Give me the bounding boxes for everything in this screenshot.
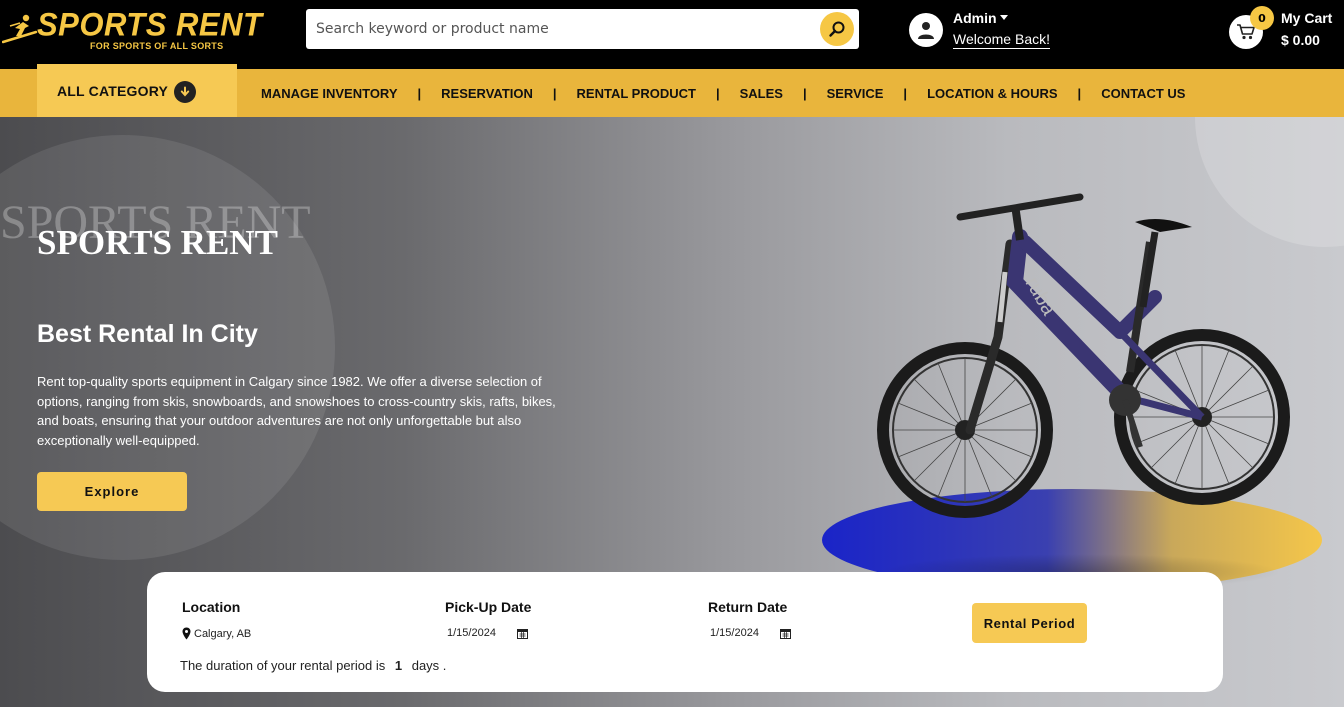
skier-icon: [2, 14, 38, 44]
cart-widget[interactable]: 0 My Cart $ 0.00: [1229, 6, 1339, 58]
duration-value: 1: [394, 658, 403, 673]
map-pin-icon: [182, 627, 191, 640]
bike-image: ruba: [820, 172, 1330, 592]
rental-period-button[interactable]: Rental Period: [972, 603, 1087, 643]
duration-text: The duration of your rental period is 1 …: [180, 658, 446, 673]
location-field[interactable]: Calgary, AB: [182, 627, 251, 640]
all-category-label: ALL CATEGORY: [57, 82, 169, 99]
user-icon: [918, 22, 934, 39]
brand-logo[interactable]: SPORTS RENT FOR SPORTS OF ALL SORTS: [0, 6, 262, 62]
search-icon: [829, 21, 845, 37]
duration-suffix: days .: [411, 658, 447, 673]
nav-contact-us[interactable]: CONTACT US: [1101, 86, 1185, 101]
pickup-date-value: 1/15/2024: [447, 627, 496, 639]
search-bar: [306, 9, 859, 49]
brand-tagline: FOR SPORTS OF ALL SORTS: [90, 41, 224, 51]
cart-count-badge: 0: [1250, 6, 1274, 30]
booking-card: Location Calgary, AB Pick-Up Date 1/15/2…: [147, 572, 1223, 692]
account-name: Admin: [953, 10, 997, 26]
calendar-icon[interactable]: [517, 628, 528, 639]
nav-separator: |: [417, 85, 422, 101]
nav-links: MANAGE INVENTORY | RESERVATION | RENTAL …: [261, 69, 1185, 117]
pickup-date-input[interactable]: 1/15/2024: [447, 627, 528, 639]
pickup-date-label: Pick-Up Date: [445, 599, 532, 615]
location-label: Location: [182, 599, 241, 615]
location-value: Calgary, AB: [194, 627, 252, 640]
nav-separator: |: [715, 85, 720, 101]
nav-rental-product[interactable]: RENTAL PRODUCT: [577, 86, 696, 101]
hero-subtitle: Best Rental In City: [37, 320, 258, 348]
avatar[interactable]: [909, 13, 943, 47]
nav-service[interactable]: SERVICE: [827, 86, 884, 101]
welcome-link[interactable]: Welcome Back!: [953, 31, 1050, 49]
nav-sales[interactable]: SALES: [740, 86, 783, 101]
arrow-down-circle-icon: [174, 81, 196, 103]
search-button[interactable]: [820, 12, 854, 46]
return-date-input[interactable]: 1/15/2024: [710, 627, 791, 639]
nav-separator: |: [802, 85, 807, 101]
duration-prefix: The duration of your rental period is: [180, 658, 386, 673]
top-header: SPORTS RENT FOR SPORTS OF ALL SORTS Admi…: [0, 0, 1344, 69]
all-category-button[interactable]: ALL CATEGORY: [37, 64, 237, 117]
return-date-value: 1/15/2024: [710, 627, 759, 639]
nav-separator: |: [903, 85, 908, 101]
cart-label: My Cart: [1281, 10, 1333, 26]
hero-description: Rent top-quality sports equipment in Cal…: [37, 374, 556, 448]
calendar-icon[interactable]: [780, 628, 791, 639]
hero-title: SPORTS RENT: [37, 223, 278, 262]
nav-separator: |: [552, 85, 557, 101]
main-nav: ALL CATEGORY MANAGE INVENTORY | RESERVAT…: [0, 64, 1344, 117]
account-name-dropdown[interactable]: Admin: [953, 10, 1008, 26]
cart-total: $ 0.00: [1281, 32, 1320, 48]
brand-name: SPORTS RENT: [37, 6, 263, 43]
explore-button[interactable]: Explore: [37, 472, 187, 511]
caret-down-icon: [999, 15, 1008, 20]
nav-manage-inventory[interactable]: MANAGE INVENTORY: [261, 86, 398, 101]
search-input[interactable]: [306, 9, 806, 49]
nav-location-hours[interactable]: LOCATION & HOURS: [927, 86, 1057, 101]
nav-reservation[interactable]: RESERVATION: [441, 86, 533, 101]
nav-separator: |: [1077, 85, 1082, 101]
return-date-label: Return Date: [708, 599, 788, 615]
